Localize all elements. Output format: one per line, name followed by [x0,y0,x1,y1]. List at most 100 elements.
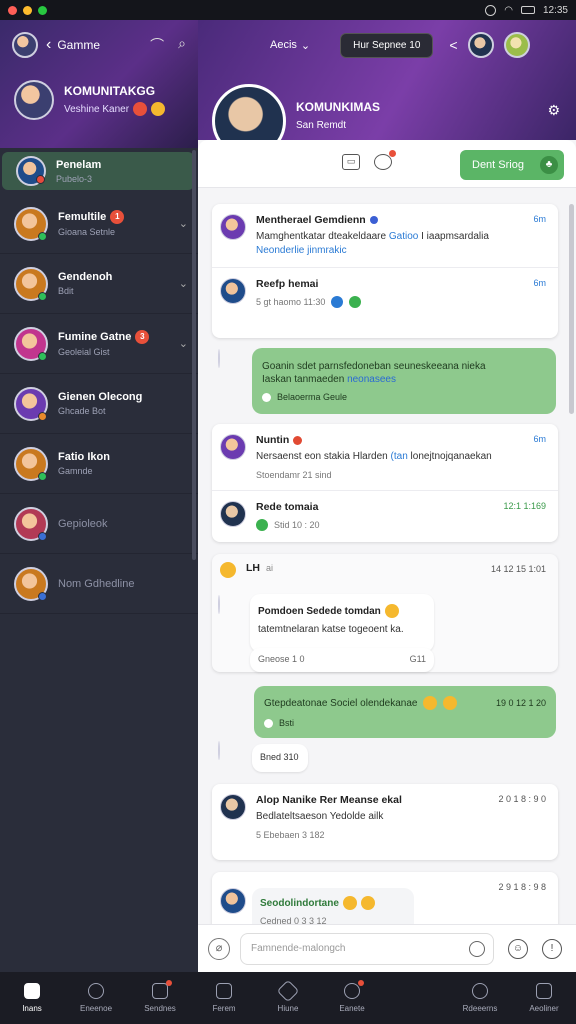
sidebar: ‹ Gamme ⌒ ⌕ KOMUNITAKGG Veshine Kaner Pe… [0,20,198,972]
nav-forum[interactable]: Ferem [192,972,256,1024]
control-center-icon[interactable] [485,4,497,16]
search-icon[interactable]: ⌕ [178,35,186,55]
system-status: ◠ 12:35 [485,4,568,16]
primary-action-button[interactable]: Dent Sriog ♣ [460,150,564,180]
author-avatar[interactable] [220,500,246,527]
community-avatar[interactable] [14,80,54,120]
settings-icon[interactable]: ⚙ [547,102,560,119]
back-chevron-icon[interactable]: ‹ [46,36,51,54]
nav-label: Inans [22,1004,42,1013]
window-titlebar: ◠ 12:35 [0,0,576,20]
author-avatar[interactable] [220,214,246,240]
friend-item[interactable]: Femultile 1 Gioana Setnle ⌄ [0,194,198,254]
angry-emoji-icon [133,102,148,116]
author-avatar[interactable] [220,434,246,460]
leaf-icon: ♣ [540,156,558,174]
friend-name: Nom Gdhedline [58,577,135,590]
nav-account[interactable]: Aeoliner [512,972,576,1024]
friend-subtitle: Ghcade Bot [58,406,106,416]
reaction-icon[interactable] [331,296,344,308]
nav-label: Eanete [339,1004,365,1013]
message-link[interactable]: (tan [391,451,408,462]
send-icon[interactable]: ! [542,938,562,959]
controller-icon[interactable]: ⌒ [150,35,164,55]
friend-name: Gendenoh [58,271,113,283]
incoming-message[interactable]: Bned 310 [252,744,308,772]
message-card[interactable]: Mentherael Gemdienn Mamghentkatar dteake… [212,204,558,338]
user-avatar[interactable] [12,32,38,58]
nav-events[interactable]: Eanete [320,972,384,1024]
message-text: Nersaenst eon stakia Hlarden [256,451,391,462]
chevron-down-icon[interactable]: ⌄ [179,217,188,230]
chevron-down-icon[interactable]: ⌄ [179,277,188,290]
incoming-message[interactable]: Pomdoen Sedede tomdan tatemtnelaran kats… [250,594,434,652]
friend-item[interactable]: Gienen Olecong Ghcade Bot [0,374,198,434]
friend-item[interactable]: Gendenoh Bdit ⌄ [0,254,198,314]
nav-hive[interactable]: Hiune [256,972,320,1024]
community-banner: Aecis ⌄ Hur Sepnee 10 < KOMUNKIMAS San R… [198,20,576,158]
message-meta: Stid 10 : 20 [274,519,320,530]
message-text: Goanin sdet parnsfedoneban seuneskeeana … [262,360,546,386]
nav-home[interactable]: Inans [0,972,64,1024]
chevron-down-icon[interactable]: ⌄ [179,337,188,350]
message-card[interactable]: 2 9 1 8 : 9 8 Seodolindortane Cedned 0 3… [212,872,558,924]
outgoing-message[interactable]: Goanin sdet parnsfedoneban seuneskeeana … [252,348,556,414]
tab-dropdown[interactable]: Aecis ⌄ [270,39,310,52]
friend-item[interactable]: Gepioleok [0,494,198,554]
message-link[interactable]: Gatioo [389,231,418,242]
friend-item[interactable]: Fatio Ikon Gamnde [0,434,198,494]
message-card[interactable]: Nuntin Nersaenst eon stakia Hlarden (tan… [212,424,558,542]
author-avatar[interactable] [220,278,246,304]
nav-label: Sendnes [144,1004,176,1013]
author-avatar[interactable] [220,888,246,914]
reaction-icon[interactable] [349,296,362,308]
friend-item[interactable]: Penelam Pubelo-3 [2,152,194,190]
message-tag: G11 [409,654,426,664]
feed-scrollbar[interactable] [569,204,574,414]
search-pill-button[interactable]: Hur Sepnee 10 [340,32,434,58]
tab-label: Aecis [270,39,297,51]
minimize-window-button[interactable] [23,5,32,15]
author-avatar[interactable] [220,794,246,820]
check-icon [262,392,271,402]
friend-name: Femultile [58,211,107,223]
message-meta: Bsti [279,718,295,728]
message-input[interactable]: Famnende-malongch [240,932,494,965]
sender-avatar[interactable] [218,349,220,368]
sender-avatar[interactable] [218,595,220,614]
nav-rewards[interactable]: Rdeeerns [448,972,512,1024]
attach-icon[interactable]: ⌀ [208,937,230,960]
nav-messages[interactable]: Sendnes [128,972,192,1024]
system-clock: 12:35 [542,4,568,16]
nav-explore[interactable]: Eneenoe [64,972,128,1024]
message-meta: 5 gt haomo 11:30 [256,297,326,307]
sidebar-hero: ‹ Gamme ⌒ ⌕ KOMUNITAKGG Veshine Kaner [0,20,198,148]
outgoing-message[interactable]: Gtepdeatonae Sociel olendekanae 19 0 12 … [254,686,556,738]
notification-dot [166,980,172,986]
action-bar: ▭ Dent Sriog ♣ [198,140,576,188]
friend-name: Penelam [56,158,102,171]
header-avatar-secondary[interactable] [503,32,530,58]
battery-icon[interactable] [520,6,535,14]
share-icon[interactable]: < [449,37,457,53]
group-name: LH [246,562,260,574]
emoji-icon[interactable]: ☺ [508,938,528,959]
sidebar-header-title: Gamme [57,38,101,52]
message-link-secondary[interactable]: Neonderlie jinmrakic [256,245,347,256]
sidebar-scrollbar[interactable] [192,150,196,560]
notification-icon[interactable] [374,150,396,170]
header-avatar[interactable] [467,32,494,58]
wifi-icon[interactable]: ◠ [504,5,513,16]
sender-avatar[interactable] [218,741,220,760]
chat-icon[interactable]: ▭ [342,154,360,170]
author-name: Nuntin [256,434,290,446]
message-link[interactable]: neonasees [347,374,396,385]
close-window-button[interactable] [8,5,17,15]
sticker-icon[interactable] [469,940,485,957]
maximize-window-button[interactable] [38,5,47,15]
friend-item[interactable]: Fumine Gatne 3 Geoleial Gist ⌄ [0,314,198,374]
status-dot [293,435,303,445]
message-card[interactable]: Alop Nanike Rer Meanse ekal Bedlateltsae… [212,784,558,860]
friend-item[interactable]: Nom Gdhedline [0,554,198,614]
message-meta: Belaoerma Geule [277,392,348,402]
